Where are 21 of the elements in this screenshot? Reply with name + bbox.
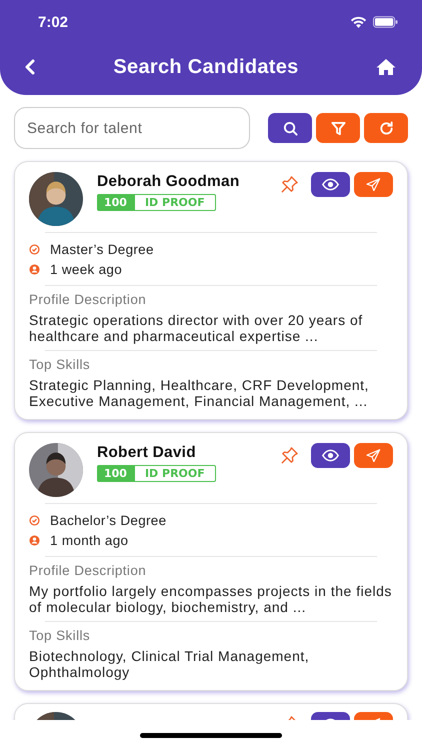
skills-text: Strategic Planning, Healthcare, CRF Development, Executive Management, Financial Management, ... [29, 377, 370, 409]
candidate-name: Robert David [97, 444, 197, 462]
candidate-name: Deborah Goodman [97, 173, 241, 191]
updated-text: 1 week ago [50, 262, 122, 276]
section-label: Profile Description [29, 563, 148, 578]
verification-badge: ID PROOF [134, 465, 216, 482]
status-time: 7:02 [38, 14, 68, 30]
section-label: Top Skills [29, 628, 92, 643]
updated-text: 1 month ago [50, 532, 128, 548]
section-label: Top Skills [29, 357, 92, 372]
description-text: My portfolio largely encompasses projects in the fields of molecular biology, biochemistry, and ... [29, 583, 393, 615]
search-field[interactable]: Search for talent [14, 107, 250, 149]
degree-text: Master’s Degree [50, 242, 154, 256]
degree-text: Bachelor’s Degree [50, 512, 166, 528]
description-text: Strategic operations director with over 20 years of healthcare and pharmaceutical expertise ... [29, 312, 364, 344]
verification-badge: ID PROOF [134, 194, 216, 211]
score-badge: 100 [97, 465, 134, 482]
skills-text: Biotechnology, Clinical Trial Management, Ophthalmology [29, 648, 310, 680]
page-title: Search Candidates [113, 56, 299, 78]
score-badge: 100 [97, 194, 134, 211]
section-label: Profile Description [29, 292, 148, 307]
